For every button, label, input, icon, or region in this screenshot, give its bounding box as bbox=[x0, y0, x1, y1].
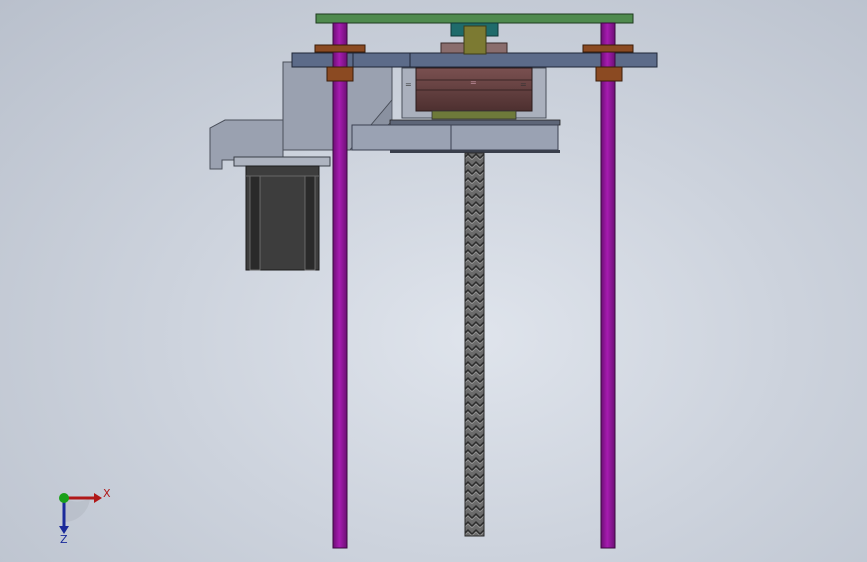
svg-text:=: = bbox=[405, 80, 412, 89]
z-axis-label: Z bbox=[60, 533, 68, 546]
guide-rod-right[interactable] bbox=[582, 22, 634, 549]
x-axis-label: X bbox=[103, 487, 111, 500]
cad-graphics-viewport[interactable]: = = = X Z bbox=[0, 0, 867, 562]
carriage-plate[interactable] bbox=[351, 119, 561, 153]
spindle-housing[interactable]: = = = bbox=[401, 67, 547, 120]
axis-triad: X Z bbox=[59, 487, 111, 546]
motor-bracket[interactable] bbox=[209, 61, 393, 170]
top-plate[interactable] bbox=[315, 13, 634, 24]
shaft-coupler[interactable] bbox=[440, 22, 508, 55]
x-axis-arrow bbox=[94, 493, 102, 503]
stepper-motor[interactable] bbox=[233, 156, 331, 271]
y-axis-dot bbox=[59, 493, 69, 503]
lead-screw[interactable] bbox=[464, 152, 485, 537]
svg-text:=: = bbox=[520, 80, 527, 89]
svg-text:=: = bbox=[470, 78, 477, 87]
